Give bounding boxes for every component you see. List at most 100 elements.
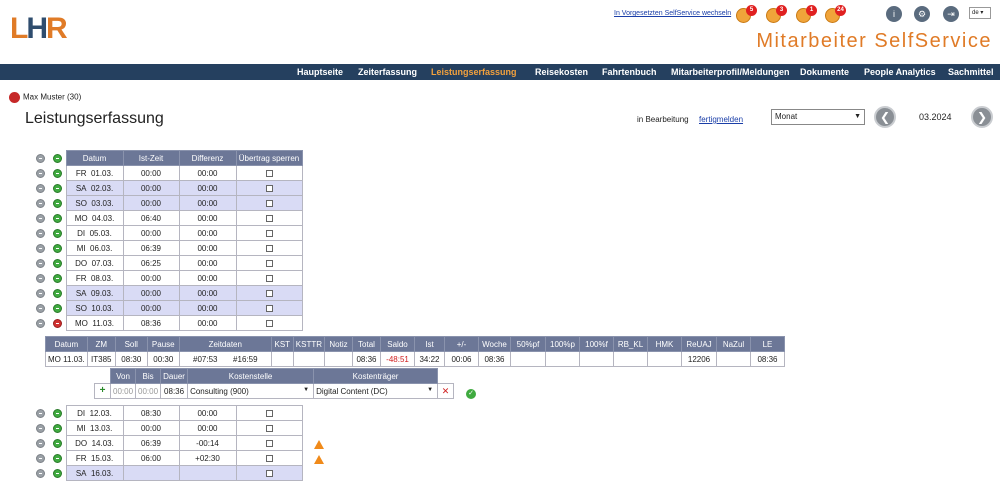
expand-icon[interactable] — [52, 243, 62, 253]
date-cell[interactable]: FR 01.03. — [65, 165, 124, 181]
kostentraeger-select[interactable]: Digital Content (DC) ▼ — [313, 383, 439, 399]
copy-icon[interactable] — [36, 228, 45, 238]
uebertrag-checkbox[interactable] — [265, 229, 273, 237]
row-toggle-cell[interactable] — [49, 211, 66, 226]
row-toggle-cell[interactable] — [49, 166, 66, 181]
row-action-cell[interactable] — [32, 181, 49, 196]
uebertrag-checkbox[interactable] — [265, 439, 273, 447]
date-cell[interactable]: MO 11.03. — [65, 315, 124, 331]
uebertrag-checkbox[interactable] — [265, 259, 273, 267]
gear-icon[interactable]: ⚙ — [914, 6, 930, 22]
date-cell[interactable]: DI 12.03. — [65, 405, 124, 421]
row-action-cell[interactable] — [32, 211, 49, 226]
expand-icon[interactable] — [52, 423, 62, 433]
fertigmelden-link[interactable]: fertigmelden — [699, 115, 743, 124]
bis-input[interactable]: 00:00 — [135, 383, 162, 399]
avatar[interactable] — [9, 92, 20, 103]
date-cell[interactable]: SA 02.03. — [65, 180, 124, 196]
copy-icon[interactable] — [36, 438, 45, 448]
date-cell[interactable]: FR 08.03. — [65, 270, 124, 286]
copy-icon[interactable] — [36, 213, 45, 223]
row-action-cell[interactable] — [32, 241, 49, 256]
row-toggle-cell[interactable] — [49, 196, 66, 211]
dauer-input[interactable]: 08:36 — [160, 383, 189, 399]
copy-icon[interactable] — [36, 408, 45, 418]
copy-icon[interactable] — [36, 288, 45, 298]
warning-icon[interactable] — [314, 440, 324, 449]
calendar-icon[interactable]: 1 — [795, 5, 817, 25]
expand-icon[interactable] — [52, 198, 62, 208]
collapse-all-icon[interactable] — [36, 153, 45, 163]
date-cell[interactable]: SA 09.03. — [65, 285, 124, 301]
row-toggle-cell[interactable] — [49, 301, 66, 316]
row-action-cell[interactable] — [32, 451, 49, 466]
uebertrag-checkbox[interactable] — [265, 304, 273, 312]
copy-icon[interactable] — [36, 168, 45, 178]
row-action-cell[interactable] — [32, 196, 49, 211]
row-toggle-cell[interactable] — [49, 421, 66, 436]
clipboard-icon[interactable]: 3 — [765, 5, 787, 25]
language-select[interactable]: de ▾ — [969, 7, 991, 19]
nav-item-hauptseite[interactable]: Hauptseite — [297, 64, 343, 80]
row-action-cell[interactable] — [32, 271, 49, 286]
warning-icon[interactable] — [314, 455, 324, 464]
uebertrag-checkbox[interactable] — [265, 169, 273, 177]
row-toggle-cell[interactable] — [49, 226, 66, 241]
date-cell[interactable]: SA 16.03. — [65, 465, 124, 481]
nav-item-leistungserfassung[interactable]: Leistungserfassung — [431, 64, 517, 80]
collapse-icon[interactable] — [52, 318, 62, 328]
von-input[interactable]: 00:00 — [109, 383, 137, 399]
row-toggle-cell[interactable] — [49, 181, 66, 196]
date-cell[interactable]: DO 07.03. — [65, 255, 124, 271]
delete-icon[interactable]: ✕ — [442, 386, 450, 396]
supervisor-selfservice-link[interactable]: In Vorgesetzten SelfService wechseln — [614, 10, 731, 17]
uebertrag-checkbox[interactable] — [265, 184, 273, 192]
copy-icon[interactable] — [36, 453, 45, 463]
row-toggle-cell[interactable] — [49, 271, 66, 286]
nav-item-dokumente[interactable]: Dokumente — [800, 64, 849, 80]
expand-all-icon[interactable] — [52, 153, 62, 163]
uebertrag-checkbox[interactable] — [265, 244, 273, 252]
date-cell[interactable]: DI 05.03. — [65, 225, 124, 241]
nav-item-people-analytics[interactable]: People Analytics — [864, 64, 936, 80]
expand-icon[interactable] — [52, 213, 62, 223]
date-cell[interactable]: SO 03.03. — [65, 195, 124, 211]
copy-icon[interactable] — [36, 198, 45, 208]
row-toggle-cell[interactable] — [49, 316, 66, 331]
expand-icon[interactable] — [52, 453, 62, 463]
row-toggle-cell[interactable] — [49, 451, 66, 466]
row-action-cell[interactable] — [32, 436, 49, 451]
row-action-cell[interactable] — [32, 421, 49, 436]
bell-icon[interactable]: 5 — [735, 5, 757, 25]
nav-item-reisekosten[interactable]: Reisekosten — [535, 64, 588, 80]
expand-icon[interactable] — [52, 303, 62, 313]
copy-icon[interactable] — [36, 258, 45, 268]
check-icon[interactable]: ✓ — [466, 389, 476, 399]
expand-icon[interactable] — [52, 468, 62, 478]
nav-item-sachmittel[interactable]: Sachmittel — [948, 64, 994, 80]
uebertrag-checkbox[interactable] — [265, 274, 273, 282]
row-action-cell[interactable] — [32, 316, 49, 331]
uebertrag-checkbox[interactable] — [265, 199, 273, 207]
collapse-all-cell[interactable] — [32, 151, 49, 166]
row-toggle-cell[interactable] — [49, 286, 66, 301]
expand-all-cell[interactable] — [49, 151, 66, 166]
uebertrag-checkbox[interactable] — [265, 424, 273, 432]
copy-icon[interactable] — [36, 318, 45, 328]
row-action-cell[interactable] — [32, 286, 49, 301]
row-action-cell[interactable] — [32, 406, 49, 421]
expand-icon[interactable] — [52, 438, 62, 448]
expand-icon[interactable] — [52, 273, 62, 283]
date-cell[interactable]: MO 04.03. — [65, 210, 124, 226]
logout-icon[interactable]: ⇥ — [943, 6, 959, 22]
nav-item-fahrtenbuch[interactable]: Fahrtenbuch — [602, 64, 657, 80]
row-action-cell[interactable] — [32, 301, 49, 316]
expand-icon[interactable] — [52, 288, 62, 298]
row-toggle-cell[interactable] — [49, 466, 66, 481]
copy-icon[interactable] — [36, 468, 45, 478]
nav-item-zeiterfassung[interactable]: Zeiterfassung — [358, 64, 417, 80]
prev-month-button[interactable]: ❮ — [874, 106, 896, 128]
expand-icon[interactable] — [52, 258, 62, 268]
expand-icon[interactable] — [52, 168, 62, 178]
period-select[interactable]: Monat ▼ — [771, 109, 865, 125]
